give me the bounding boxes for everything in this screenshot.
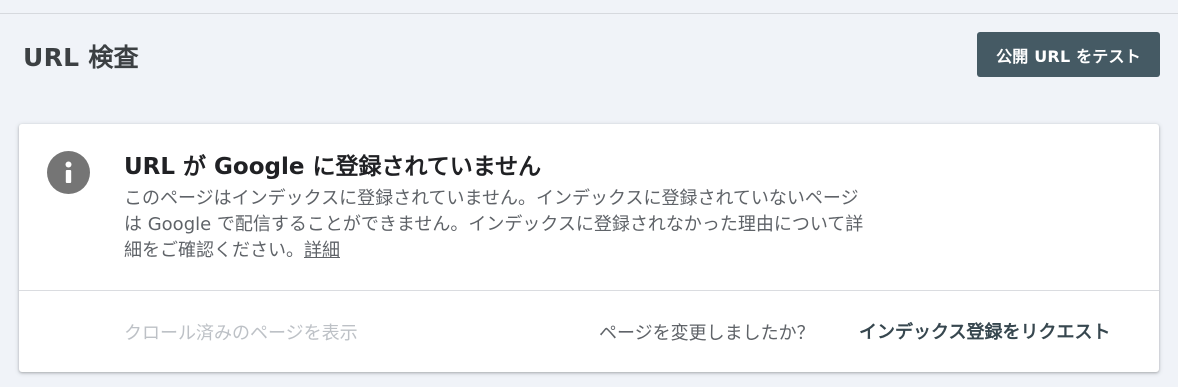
request-indexing-button[interactable]: インデックス登録をリクエスト	[859, 318, 1110, 344]
status-description: このページはインデックスに登録されていません。インデックスに登録されていないペー…	[124, 186, 864, 264]
indexing-status-card: URL が Google に登録されていません このページはインデックスに登録さ…	[19, 124, 1159, 372]
page-changed-question: ページを変更しましたか？	[599, 323, 815, 344]
status-description-text: このページはインデックスに登録されていません。インデックスに登録されていないペー…	[124, 188, 864, 261]
details-link[interactable]: 詳細	[304, 240, 340, 261]
status-title: URL が Google に登録されていません	[124, 154, 542, 180]
top-divider	[0, 13, 1178, 14]
view-crawled-page-button[interactable]: クロール済みのページを表示	[124, 319, 358, 345]
page-title: URL 検査	[23, 43, 139, 72]
card-divider	[19, 290, 1159, 291]
info-icon	[47, 151, 90, 194]
test-live-url-button[interactable]: 公開 URL をテスト	[977, 32, 1160, 77]
